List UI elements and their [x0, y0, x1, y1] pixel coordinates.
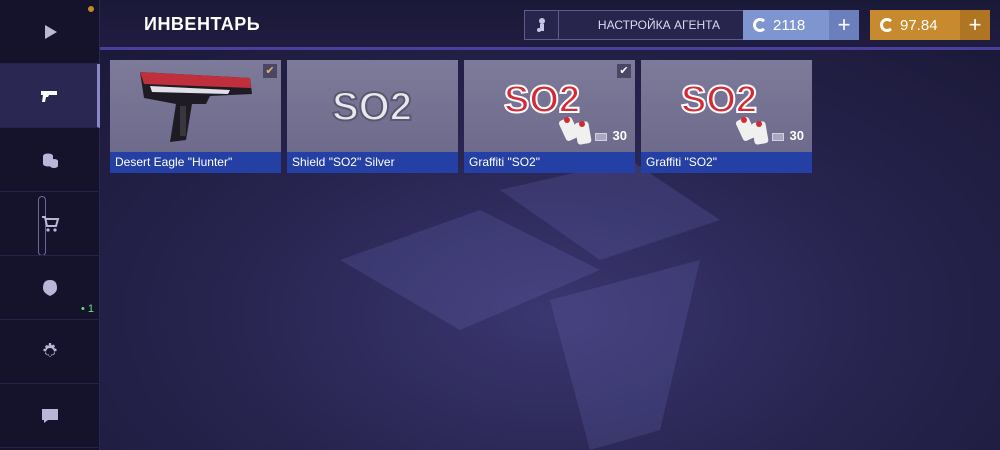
inventory-item[interactable]: SO2 ✔ 30 Graffiti "SO2" — [464, 60, 635, 173]
so2-silver-logo-icon: SO2 — [331, 84, 413, 130]
credits-balance: 2118 + — [743, 10, 859, 40]
agent-icon — [536, 18, 545, 32]
item-name: Desert Eagle "Hunter" — [110, 152, 281, 173]
equipped-check-icon: ✔ — [617, 64, 631, 78]
item-count: 30 — [789, 128, 804, 143]
clan-badge: • 1 — [80, 303, 94, 315]
agent-icon-box — [525, 11, 559, 39]
coins-icon — [43, 153, 58, 168]
page-title: ИНВЕНТАРЬ — [144, 14, 261, 34]
gold-balance: 97.84 + — [870, 10, 990, 40]
sidebar-item-clan[interactable]: • 1 — [0, 256, 100, 320]
count-icon — [595, 133, 607, 141]
chat-icon — [42, 408, 58, 423]
sidebar-item-settings[interactable] — [0, 320, 100, 384]
inventory-item[interactable]: ✔ Desert Eagle "Hunter" — [110, 60, 281, 173]
background-logo-icon — [340, 160, 720, 450]
play-icon — [45, 24, 57, 39]
inventory-item[interactable]: SO2 30 Graffiti "SO2" — [641, 60, 812, 173]
add-credits-button[interactable]: + — [829, 10, 859, 40]
item-name: Shield "SO2" Silver — [287, 152, 458, 173]
so2-graffiti-icon: SO2 — [680, 78, 769, 145]
so2-graffiti-icon: SO2 — [503, 78, 592, 145]
top-bar: ИНВЕНТАРЬ НАСТРОЙКА АГЕНТА 2118 + 97.84 … — [100, 0, 1000, 50]
gold-value: 97.84 — [900, 16, 938, 34]
sidebar: • 1 — [0, 0, 100, 450]
gold-icon — [880, 18, 894, 32]
desert-eagle-art-icon — [140, 72, 252, 142]
item-count: 30 — [612, 128, 627, 143]
shield-helmet-icon — [43, 279, 57, 296]
credits-icon — [753, 18, 767, 32]
svg-text:SO2: SO2 — [504, 79, 580, 121]
item-name: Graffiti "SO2" — [641, 152, 812, 173]
svg-text:SO2: SO2 — [332, 85, 412, 129]
sidebar-item-market[interactable] — [0, 192, 100, 256]
notification-dot — [86, 4, 96, 14]
agent-settings-button[interactable]: НАСТРОЙКА АГЕНТА — [524, 10, 760, 40]
agent-settings-label: НАСТРОЙКА АГЕНТА — [597, 18, 721, 32]
sidebar-item-play[interactable] — [0, 0, 100, 64]
pistol-icon — [40, 90, 57, 102]
cart-icon — [42, 215, 60, 232]
count-icon — [772, 133, 784, 141]
sidebar-item-inventory[interactable] — [0, 64, 100, 128]
sidebar-item-cases[interactable] — [0, 128, 100, 192]
inventory-item[interactable]: SO2 Shield "SO2" Silver — [287, 60, 458, 173]
gear-icon — [43, 342, 57, 356]
add-gold-button[interactable]: + — [960, 10, 990, 40]
svg-text:SO2: SO2 — [681, 79, 757, 121]
equipped-check-icon: ✔ — [263, 64, 277, 78]
item-name: Graffiti "SO2" — [464, 152, 635, 173]
sidebar-item-chat[interactable] — [0, 384, 100, 448]
credits-value: 2118 — [773, 16, 806, 34]
